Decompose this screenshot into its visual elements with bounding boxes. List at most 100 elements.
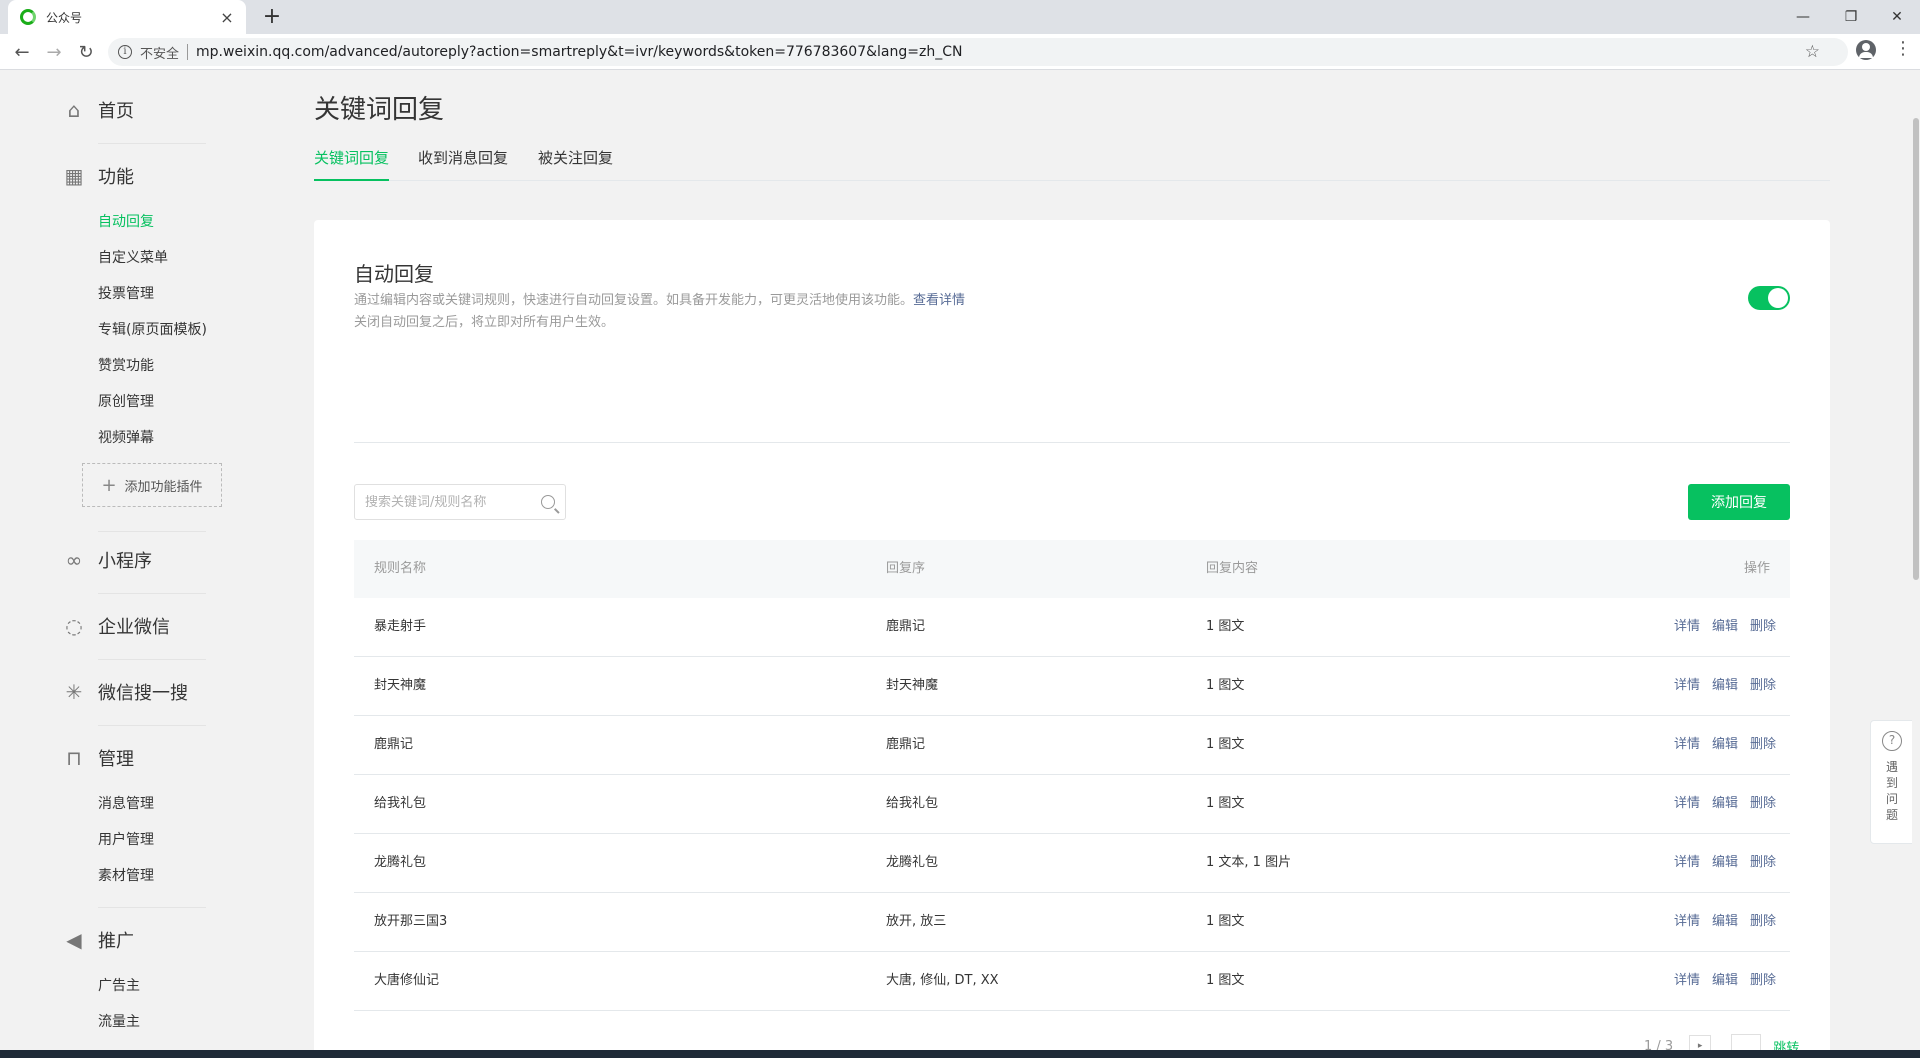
rule-content: 1 图文 bbox=[1206, 737, 1245, 752]
sidebar-item-advertiser[interactable]: 广告主 bbox=[98, 975, 140, 995]
detail-link[interactable]: 详情 bbox=[1674, 619, 1700, 634]
sidebar-item-album[interactable]: 专辑(原页面模板) bbox=[98, 319, 207, 339]
edit-link[interactable]: 编辑 bbox=[1712, 678, 1738, 693]
kebab-icon[interactable]: ⋮ bbox=[1894, 38, 1912, 59]
nav-manage[interactable]: ⊓ 管理 bbox=[62, 745, 134, 771]
url-text[interactable]: mp.weixin.qq.com/advanced/autoreply?acti… bbox=[196, 44, 962, 60]
sidebar-item-custom-menu[interactable]: 自定义菜单 bbox=[98, 247, 168, 267]
sidebar-item-users[interactable]: 用户管理 bbox=[98, 829, 154, 849]
nav-wework[interactable]: ◌ 企业微信 bbox=[62, 613, 170, 639]
info-icon[interactable]: i bbox=[118, 45, 132, 59]
row-actions: 详情 编辑 删除 bbox=[1662, 952, 1776, 1010]
search-input[interactable] bbox=[365, 494, 541, 510]
search-box[interactable] bbox=[354, 484, 566, 520]
card-divider bbox=[354, 442, 1790, 443]
sidebar-item-video-danmaku[interactable]: 视频弹幕 bbox=[98, 427, 154, 447]
sidebar-item-materials[interactable]: 素材管理 bbox=[98, 865, 154, 885]
rule-name: 暴走射手 bbox=[374, 619, 427, 634]
table-row: 大唐修仙记 大唐, 修仙, DT, XX 1 图文 详情 编辑 删除 bbox=[354, 952, 1790, 1011]
detail-link[interactable]: 详情 bbox=[1674, 796, 1700, 811]
delete-link[interactable]: 删除 bbox=[1750, 619, 1776, 634]
rule-keywords: 放开, 放三 bbox=[886, 914, 947, 929]
edit-link[interactable]: 编辑 bbox=[1712, 737, 1738, 752]
tab-follow-reply[interactable]: 被关注回复 bbox=[538, 147, 613, 181]
star-icon[interactable]: ☆ bbox=[1805, 42, 1820, 62]
nav-home[interactable]: ⌂ 首页 bbox=[62, 97, 134, 123]
sidebar-item-reward[interactable]: 赞赏功能 bbox=[98, 355, 154, 375]
tab-message-reply[interactable]: 收到消息回复 bbox=[418, 147, 508, 181]
reload-icon[interactable]: ↻ bbox=[72, 38, 100, 66]
tab-close-icon[interactable]: × bbox=[218, 8, 236, 27]
delete-link[interactable]: 删除 bbox=[1750, 737, 1776, 752]
row-actions: 详情 编辑 删除 bbox=[1662, 893, 1776, 951]
nav-search-label: 微信搜一搜 bbox=[98, 683, 188, 704]
sidebar-item-publisher[interactable]: 流量主 bbox=[98, 1011, 140, 1031]
nav-divider bbox=[98, 531, 206, 532]
search-icon[interactable] bbox=[541, 495, 555, 509]
nav-search[interactable]: ✳ 微信搜一搜 bbox=[62, 679, 188, 705]
page-title: 关键词回复 bbox=[314, 95, 445, 125]
profile-icon[interactable] bbox=[1856, 40, 1876, 60]
page-jump-button[interactable]: 跳转 bbox=[1773, 1037, 1799, 1051]
tab-keyword-reply[interactable]: 关键词回复 bbox=[314, 147, 390, 181]
delete-link[interactable]: 删除 bbox=[1750, 973, 1776, 988]
sidebar-item-autoreply[interactable]: 自动回复 bbox=[98, 211, 154, 231]
rule-name: 给我礼包 bbox=[374, 796, 427, 811]
home-icon: ⌂ bbox=[67, 98, 81, 122]
insecure-label: 不安全 bbox=[140, 46, 180, 62]
help-text: 遇到问题 bbox=[1885, 760, 1898, 822]
table-row: 龙腾礼包 龙腾礼包 1 文本, 1 图片 详情 编辑 删除 bbox=[354, 834, 1790, 893]
desc-line-2: 关闭自动回复之后，将立即对所有用户生效。 bbox=[354, 315, 615, 330]
next-page-icon[interactable]: ▸ bbox=[1689, 1035, 1712, 1050]
browser-tab[interactable]: 公众号 × bbox=[8, 0, 246, 34]
edit-link[interactable]: 编辑 bbox=[1712, 619, 1738, 634]
delete-link[interactable]: 删除 bbox=[1750, 855, 1776, 870]
view-details-link[interactable]: 查看详情 bbox=[913, 293, 965, 308]
help-float[interactable]: ? 遇到问题 bbox=[1870, 720, 1914, 844]
detail-link[interactable]: 详情 bbox=[1674, 914, 1700, 929]
nav-wework-label: 企业微信 bbox=[98, 617, 170, 638]
delete-link[interactable]: 删除 bbox=[1750, 796, 1776, 811]
add-plugin-button[interactable]: + 添加功能插件 bbox=[82, 463, 222, 507]
arrow-left-icon[interactable]: ← bbox=[8, 38, 36, 66]
restore-icon[interactable]: ❐ bbox=[1828, 0, 1874, 34]
arrow-right-icon[interactable]: → bbox=[40, 38, 68, 66]
detail-link[interactable]: 详情 bbox=[1674, 678, 1700, 693]
rule-keywords: 龙腾礼包 bbox=[886, 855, 939, 870]
minimize-icon[interactable]: — bbox=[1780, 0, 1826, 34]
nav-divider bbox=[98, 659, 206, 660]
nav-function[interactable]: ▦ 功能 bbox=[62, 163, 134, 189]
new-tab-button[interactable]: + bbox=[258, 3, 286, 31]
autoreply-toggle[interactable] bbox=[1748, 286, 1790, 310]
autoreply-title: 自动回复 bbox=[354, 262, 434, 286]
taskbar bbox=[0, 1050, 1920, 1058]
nav-miniprogram[interactable]: ∞ 小程序 bbox=[62, 547, 152, 573]
nav-miniprogram-label: 小程序 bbox=[98, 551, 152, 572]
sidebar-item-original[interactable]: 原创管理 bbox=[98, 391, 154, 411]
delete-link[interactable]: 删除 bbox=[1750, 678, 1776, 693]
omnibox-divider bbox=[187, 44, 189, 60]
edit-link[interactable]: 编辑 bbox=[1712, 973, 1738, 988]
nav-home-label: 首页 bbox=[98, 101, 134, 122]
rule-keywords: 鹿鼎记 bbox=[886, 737, 926, 752]
detail-link[interactable]: 详情 bbox=[1674, 737, 1700, 752]
scrollbar-thumb[interactable] bbox=[1913, 118, 1919, 580]
page-jump-input[interactable] bbox=[1731, 1034, 1762, 1050]
sidebar-item-vote[interactable]: 投票管理 bbox=[98, 283, 154, 303]
header-content: 回复内容 bbox=[1206, 561, 1259, 576]
detail-link[interactable]: 详情 bbox=[1674, 973, 1700, 988]
edit-link[interactable]: 编辑 bbox=[1712, 914, 1738, 929]
nav-promote[interactable]: ◀ 推广 bbox=[62, 927, 134, 953]
table-row: 鹿鼎记 鹿鼎记 1 图文 详情 编辑 删除 bbox=[354, 716, 1790, 775]
edit-link[interactable]: 编辑 bbox=[1712, 796, 1738, 811]
delete-link[interactable]: 删除 bbox=[1750, 914, 1776, 929]
detail-link[interactable]: 详情 bbox=[1674, 855, 1700, 870]
edit-link[interactable]: 编辑 bbox=[1712, 855, 1738, 870]
inbox-icon: ⊓ bbox=[66, 746, 82, 770]
megaphone-icon: ◀ bbox=[66, 928, 82, 952]
add-reply-button[interactable]: 添加回复 bbox=[1688, 484, 1790, 520]
page: ⌂ 首页 ▦ 功能 自动回复 自定义菜单 投票管理 专辑(原页面模板) 赞赏功能… bbox=[0, 71, 1920, 1050]
close-icon[interactable]: ✕ bbox=[1874, 0, 1920, 34]
omnibox[interactable]: i 不安全 mp.weixin.qq.com/advanced/autorepl… bbox=[108, 38, 1848, 66]
sidebar-item-messages[interactable]: 消息管理 bbox=[98, 793, 154, 813]
